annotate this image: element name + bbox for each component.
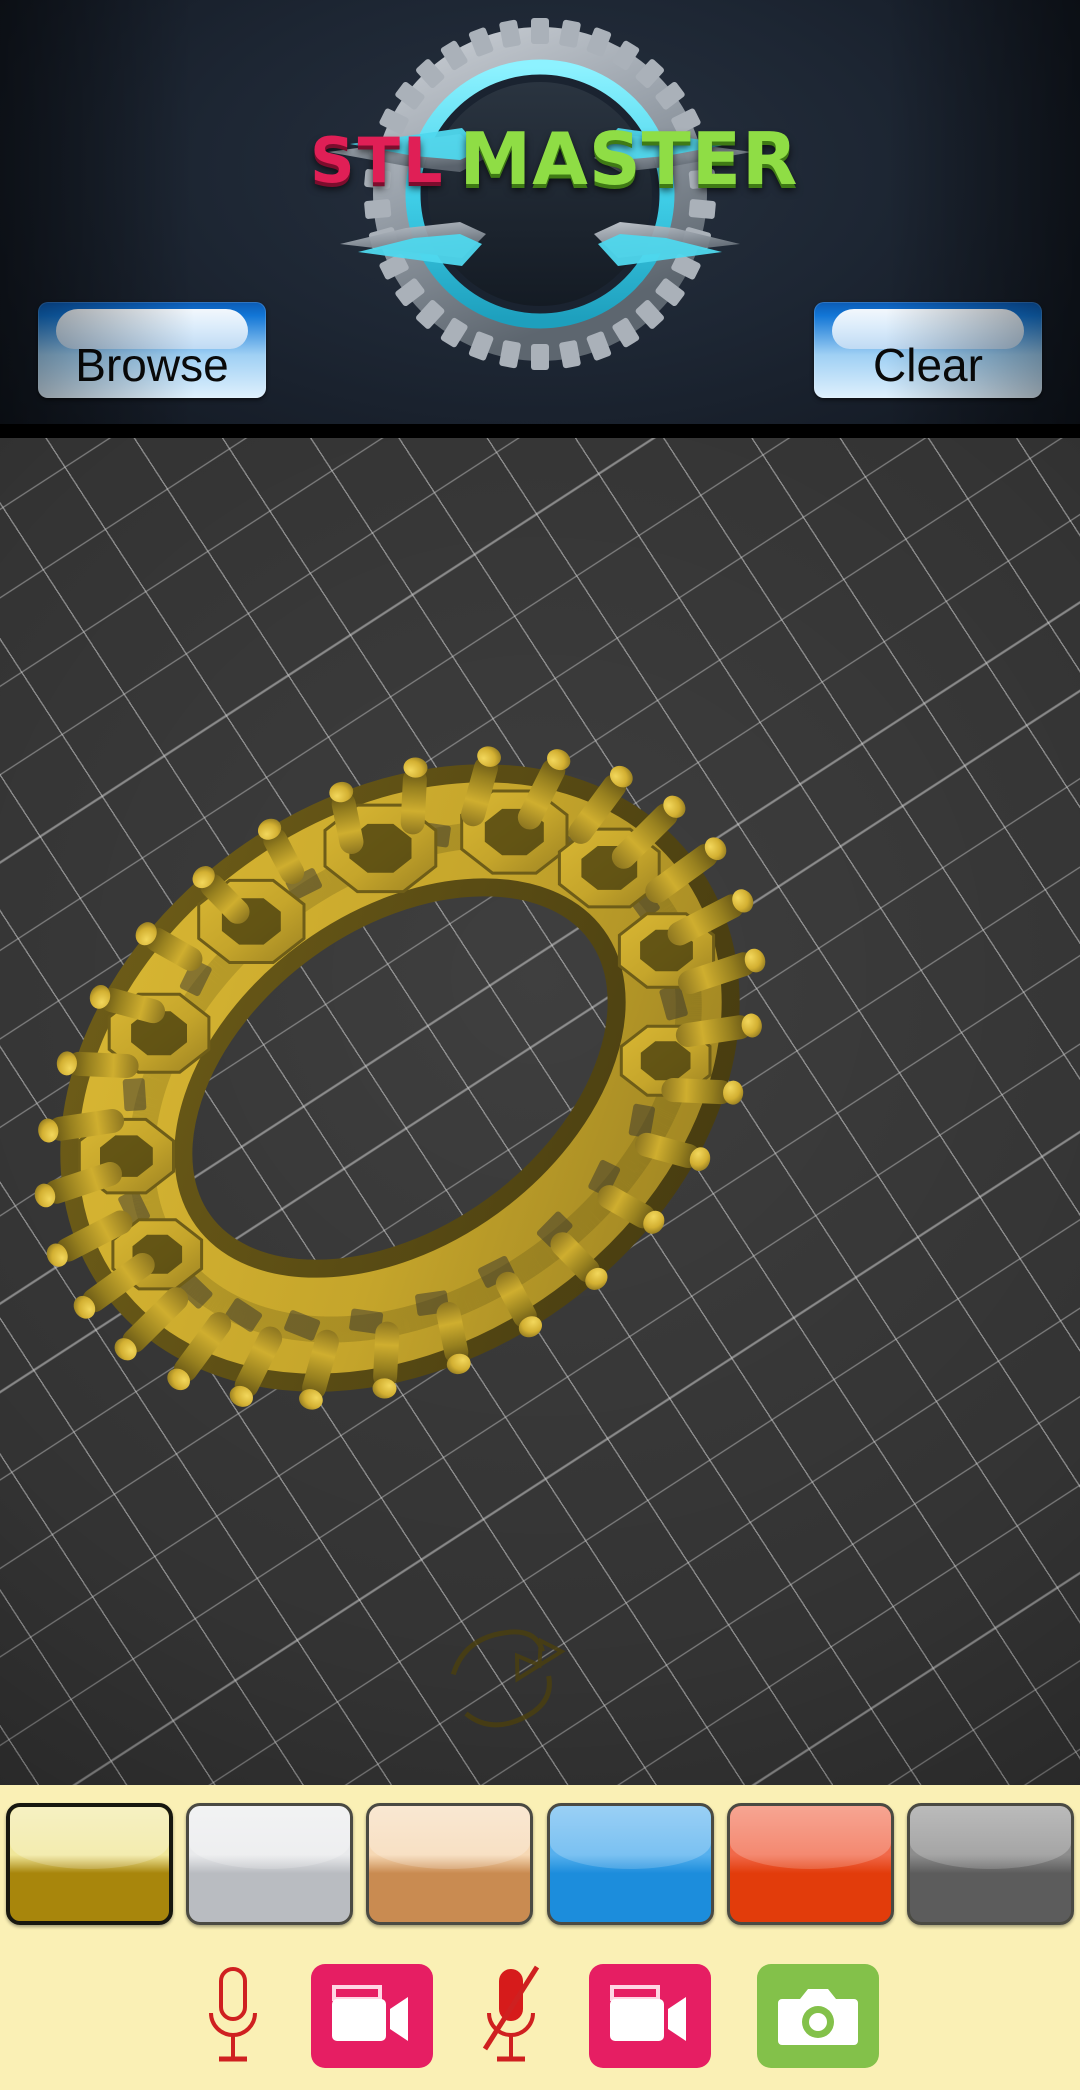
swatch-gloss bbox=[909, 1806, 1071, 1869]
screenshot-tile bbox=[757, 1964, 879, 2068]
swatch-gloss bbox=[189, 1806, 351, 1869]
microphone-on-button[interactable] bbox=[201, 1963, 265, 2069]
header-divider bbox=[0, 424, 1080, 438]
microphone-on-icon bbox=[209, 1967, 257, 2062]
capture-controls bbox=[0, 1957, 1080, 2075]
bottom-toolbar bbox=[0, 1785, 1080, 2090]
swatch-gold[interactable] bbox=[6, 1803, 173, 1925]
clear-button[interactable]: Clear bbox=[814, 302, 1042, 398]
screenshot-button[interactable] bbox=[757, 1964, 879, 2068]
logo-word-stl: STL bbox=[310, 124, 446, 197]
video-camera-icon bbox=[332, 1985, 408, 2041]
microphone-muted-button[interactable] bbox=[479, 1963, 543, 2069]
stl-3d-viewport[interactable] bbox=[0, 438, 1080, 1785]
swatch-gloss bbox=[10, 1807, 169, 1869]
swatch-gray[interactable] bbox=[906, 1803, 1074, 1925]
material-color-swatches bbox=[0, 1803, 1080, 1925]
swatch-blue[interactable] bbox=[546, 1803, 714, 1925]
camera-icon bbox=[778, 1989, 858, 2045]
swatch-gloss bbox=[729, 1806, 891, 1869]
app-header: STL MASTER Browse Clear bbox=[0, 0, 1080, 424]
record-video-muted-tile bbox=[589, 1964, 711, 2068]
record-video-muted-button[interactable] bbox=[589, 1964, 711, 2068]
swatch-silver[interactable] bbox=[186, 1803, 354, 1925]
swatch-gloss bbox=[549, 1806, 711, 1869]
clear-button-label: Clear bbox=[873, 339, 983, 391]
browse-button-label: Browse bbox=[75, 339, 229, 391]
logo-word-master: MASTER bbox=[459, 117, 799, 201]
record-video-button[interactable] bbox=[311, 1964, 433, 2068]
record-video-tile bbox=[311, 1964, 433, 2068]
build-plate-grid bbox=[0, 438, 1080, 1785]
gear-logo-icon bbox=[328, 18, 752, 370]
microphone-muted-icon bbox=[482, 1965, 540, 2062]
swatch-gloss bbox=[369, 1806, 531, 1869]
stl-master-app: STL MASTER Browse Clear bbox=[0, 0, 1080, 2090]
app-logo: STL MASTER bbox=[310, 0, 797, 412]
swatch-copper[interactable] bbox=[366, 1803, 534, 1925]
browse-button[interactable]: Browse bbox=[38, 302, 266, 398]
logo-wordmark: STL MASTER bbox=[310, 120, 797, 197]
video-camera-icon bbox=[610, 1985, 686, 2041]
swatch-red[interactable] bbox=[726, 1803, 894, 1925]
